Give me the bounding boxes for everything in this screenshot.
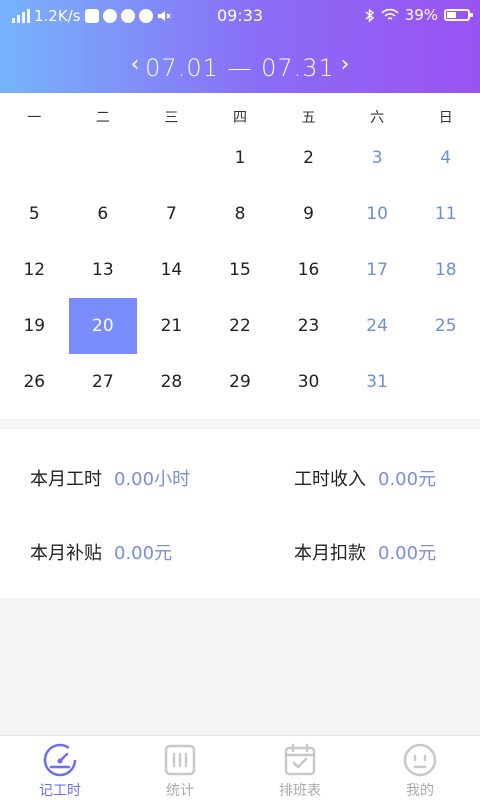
calendar-day[interactable]: 19 (0, 298, 69, 354)
calendar-day[interactable]: 8 (206, 186, 275, 242)
calendar-day[interactable]: 16 (274, 242, 343, 298)
calendar-day[interactable]: 18 (411, 242, 480, 298)
calendar-day[interactable]: 15 (206, 242, 275, 298)
calendar-day[interactable]: 25 (411, 298, 480, 354)
month-deduction-stat: 本月扣款 0.00元 (294, 539, 436, 565)
calendar: 一二三四五六日 1 2 3 4 5 6 7 8 9 10 11 12 13 14 15 16 17 18 19 20 2… (0, 93, 480, 419)
calendar-day[interactable]: 11 (411, 186, 480, 242)
schedule-icon (284, 743, 316, 776)
month-hours-value: 0.00小时 (114, 469, 191, 490)
calendar-day[interactable]: 21 (137, 298, 206, 354)
battery-icon (444, 9, 473, 21)
date-range: 07.01 — 07.31 (145, 54, 335, 82)
calendar-day-selected[interactable]: 20 (68, 298, 138, 354)
monthly-summary: 本月工时 0.00小时 工时收入 0.00元 本月补贴 0.00元 本月扣款 0.00元 (0, 429, 480, 598)
weekday-label: 二 (95, 110, 110, 126)
header: 1.2K/s 09:33 39% ‹ 07.01 — 07.31 › (0, 0, 480, 93)
weekday-label: 六 (370, 110, 385, 126)
month-deduction-label: 本月扣款 (294, 543, 366, 564)
calendar-day[interactable]: 17 (343, 242, 412, 298)
calendar-day[interactable]: 28 (137, 354, 206, 410)
calendar-day[interactable]: 1 (206, 130, 275, 186)
tab-label: 排班表 (279, 783, 321, 799)
calendar-day[interactable]: 29 (206, 354, 275, 410)
tab-statistics[interactable]: 统计 (120, 736, 240, 801)
tab-label: 统计 (166, 783, 194, 799)
battery-percent: 39% (404, 6, 438, 24)
calendar-day[interactable]: 23 (274, 298, 343, 354)
wifi-icon (381, 8, 399, 20)
month-hours-stat: 本月工时 0.00小时 (30, 465, 190, 491)
calendar-day[interactable]: 2 (274, 130, 343, 186)
tab-record-hours[interactable]: 记工时 (0, 736, 120, 801)
calendar-day[interactable]: 30 (274, 354, 343, 410)
calendar-day[interactable]: 4 (411, 130, 480, 186)
calendar-day[interactable]: 10 (343, 186, 412, 242)
calendar-day[interactable]: 27 (69, 354, 138, 410)
calendar-day[interactable]: 14 (137, 242, 206, 298)
hour-income-value: 0.00元 (378, 469, 437, 490)
next-month-button[interactable]: › (330, 52, 360, 77)
calendar-day[interactable]: 24 (343, 298, 412, 354)
hour-income-stat: 工时收入 0.00元 (294, 465, 436, 491)
calendar-day[interactable]: 7 (137, 186, 206, 242)
prev-month-button[interactable]: ‹ (120, 52, 150, 77)
weekday-label: 日 (438, 110, 453, 126)
weekday-label: 一 (27, 110, 42, 126)
month-allowance-label: 本月补贴 (30, 543, 102, 564)
calendar-day[interactable]: 5 (0, 186, 69, 242)
calendar-day[interactable]: 22 (206, 298, 275, 354)
tab-label: 记工时 (39, 783, 81, 799)
calendar-day[interactable]: 12 (0, 242, 69, 298)
date-range-selector: ‹ 07.01 — 07.31 › (0, 52, 480, 84)
bluetooth-icon (365, 7, 374, 23)
calendar-day[interactable]: 13 (69, 242, 138, 298)
status-bar: 1.2K/s 09:33 39% (0, 0, 480, 32)
tab-mine[interactable]: 我的 (360, 736, 480, 801)
month-hours-label: 本月工时 (30, 469, 102, 490)
tab-label: 我的 (406, 783, 434, 799)
calendar-day[interactable]: 9 (274, 186, 343, 242)
month-deduction-value: 0.00元 (378, 543, 437, 564)
weekday-label: 五 (301, 110, 316, 126)
weekday-label: 四 (232, 110, 247, 126)
month-allowance-value: 0.00元 (114, 543, 173, 564)
bottom-tab-bar: 记工时 统计 排班表 我的 (0, 735, 480, 801)
face-icon (403, 743, 437, 777)
month-allowance-stat: 本月补贴 0.00元 (30, 539, 172, 565)
calendar-day[interactable]: 26 (0, 354, 69, 410)
hour-income-label: 工时收入 (294, 469, 366, 490)
weekday-label: 三 (164, 110, 179, 126)
gauge-icon (43, 743, 77, 777)
stats-icon (164, 744, 196, 776)
calendar-day[interactable]: 3 (343, 130, 412, 186)
tab-schedule[interactable]: 排班表 (240, 736, 360, 801)
calendar-day[interactable]: 6 (69, 186, 138, 242)
calendar-day[interactable]: 31 (343, 354, 412, 410)
